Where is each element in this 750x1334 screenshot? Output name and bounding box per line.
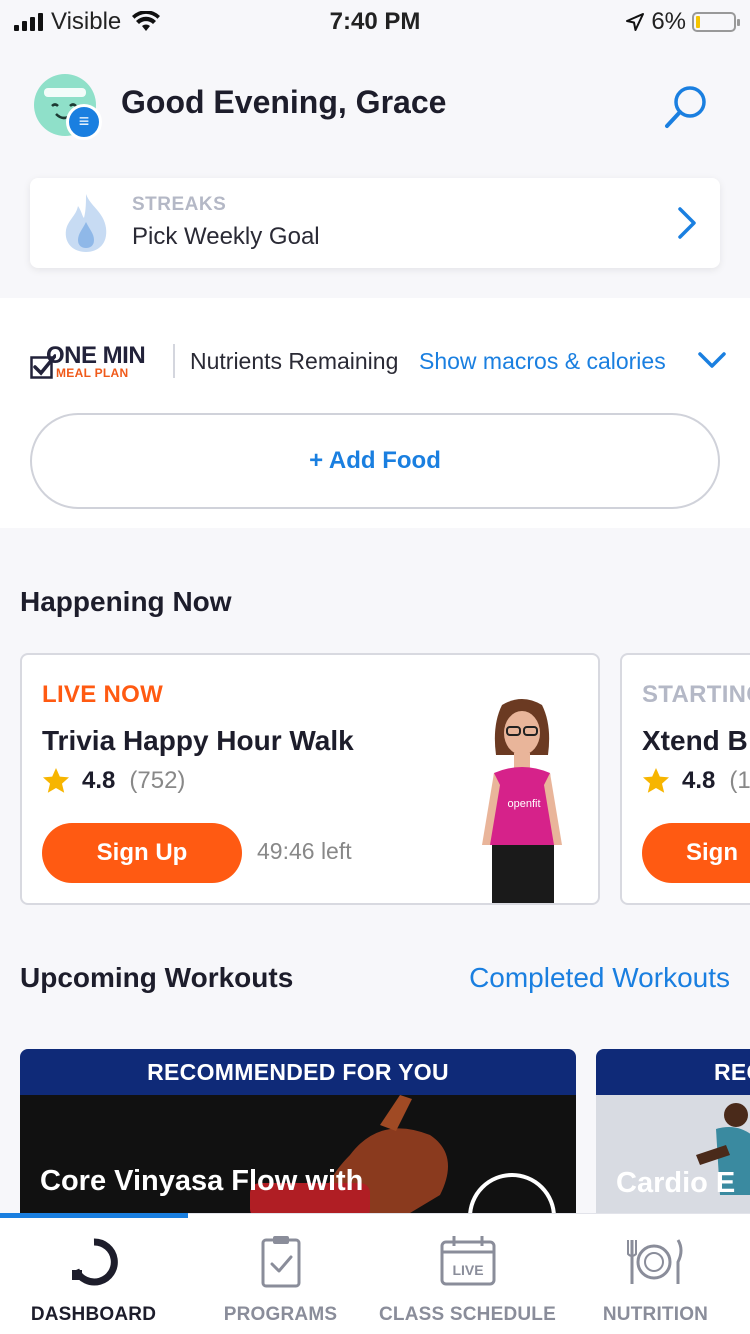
workout-thumbnail: Core Vinyasa Flow with <box>20 1095 576 1219</box>
time-left: 49:46 left <box>257 838 352 864</box>
battery-percent: 6% <box>651 8 686 35</box>
tab-programs[interactable]: PROGRAMS <box>187 1214 374 1334</box>
streaks-label: STREAKS <box>132 194 227 215</box>
sign-up-button[interactable]: Sign Up <box>42 823 242 883</box>
tab-label: PROGRAMS <box>223 1304 338 1325</box>
tab-label: CLASS SCHEDULE <box>379 1304 556 1325</box>
workout-title: Cardio E <box>616 1167 736 1199</box>
upcoming-workouts-title: Upcoming Workouts <box>20 962 294 993</box>
recommended-band: REC <box>596 1049 750 1095</box>
live-class-card[interactable]: LIVE NOW Trivia Happy Hour Walk 4.8 (752… <box>20 653 600 905</box>
recommended-band: RECOMMENDED FOR YOU <box>20 1049 576 1095</box>
meal-plan-section: ONE MIN MEAL PLAN Nutrients Remaining Sh… <box>0 298 750 528</box>
workout-card[interactable]: RECOMMENDED FOR YOU Core Vinyasa Flow wi… <box>20 1049 576 1219</box>
workout-thumbnail: Cardio E <box>596 1095 750 1219</box>
star-icon <box>643 768 669 793</box>
instructor-photo: openfit <box>482 699 562 903</box>
menu-icon[interactable]: ≡ <box>66 104 102 140</box>
tab-label: NUTRITION <box>602 1304 709 1325</box>
class-title: Xtend B <box>642 725 748 756</box>
starting-status: STARTING <box>642 681 750 708</box>
battery-icon <box>692 12 740 32</box>
chevron-right-icon[interactable] <box>676 206 698 240</box>
rating-value: 4.8 <box>682 767 716 794</box>
tab-nutrition[interactable]: NUTRITION <box>562 1214 749 1334</box>
rating-row: 4.8 (1 <box>642 767 750 795</box>
rating-value: 4.8 <box>82 767 116 794</box>
search-icon[interactable] <box>662 82 712 132</box>
rating-count: (752) <box>129 767 186 794</box>
nutrients-remaining-label: Nutrients Remaining <box>190 348 399 374</box>
weekly-goal-text: Pick Weekly Goal <box>132 223 320 250</box>
class-title: Trivia Happy Hour Walk <box>42 725 354 756</box>
star-icon <box>43 768 69 793</box>
flame-icon <box>65 194 107 252</box>
greeting: Good Evening, Grace <box>121 84 447 120</box>
divider <box>173 344 175 378</box>
tab-bar: DASHBOARD PROGRAMS LIVE CLASS SCHEDULE N… <box>0 1213 750 1334</box>
live-badge: LIVE <box>452 1262 483 1278</box>
tab-dashboard[interactable]: DASHBOARD <box>0 1214 187 1334</box>
shirt-logo: openfit <box>507 798 540 810</box>
live-status: LIVE NOW <box>42 681 164 708</box>
show-macros-link[interactable]: Show macros & calories <box>419 348 666 375</box>
next-class-card[interactable]: STARTING Xtend B 4.8 (1 Sign <box>620 653 750 905</box>
streaks-card[interactable]: STREAKS Pick Weekly Goal <box>30 178 720 268</box>
rating-row: 4.8 (752) <box>42 767 185 795</box>
status-bar: Visible 7:40 PM 6% <box>0 0 750 42</box>
location-arrow-icon <box>626 13 645 31</box>
header: ≡ Good Evening, Grace <box>0 70 750 150</box>
rating-count: (1 <box>729 767 750 794</box>
workout-card[interactable]: REC Cardio E <box>596 1049 750 1219</box>
add-food-button[interactable]: + Add Food <box>30 413 720 509</box>
sign-up-button[interactable]: Sign <box>642 823 750 883</box>
tab-class-schedule[interactable]: LIVE CLASS SCHEDULE <box>374 1214 561 1334</box>
logo-text-bottom: MEAL PLAN <box>56 366 129 380</box>
plate-utensils-icon <box>626 1239 682 1284</box>
calendar-live-icon: LIVE <box>440 1236 495 1286</box>
status-right: 6% <box>625 8 740 36</box>
happening-now-title: Happening Now <box>20 586 232 617</box>
chevron-down-icon[interactable] <box>697 350 727 370</box>
dashboard-icon <box>71 1238 118 1286</box>
one-min-meal-plan-logo: ONE MIN MEAL PLAN <box>30 342 160 382</box>
clipboard-icon <box>261 1236 300 1288</box>
tab-label: DASHBOARD <box>30 1304 157 1325</box>
completed-workouts-link[interactable]: Completed Workouts <box>469 962 730 994</box>
workout-title: Core Vinyasa Flow with <box>40 1165 364 1197</box>
